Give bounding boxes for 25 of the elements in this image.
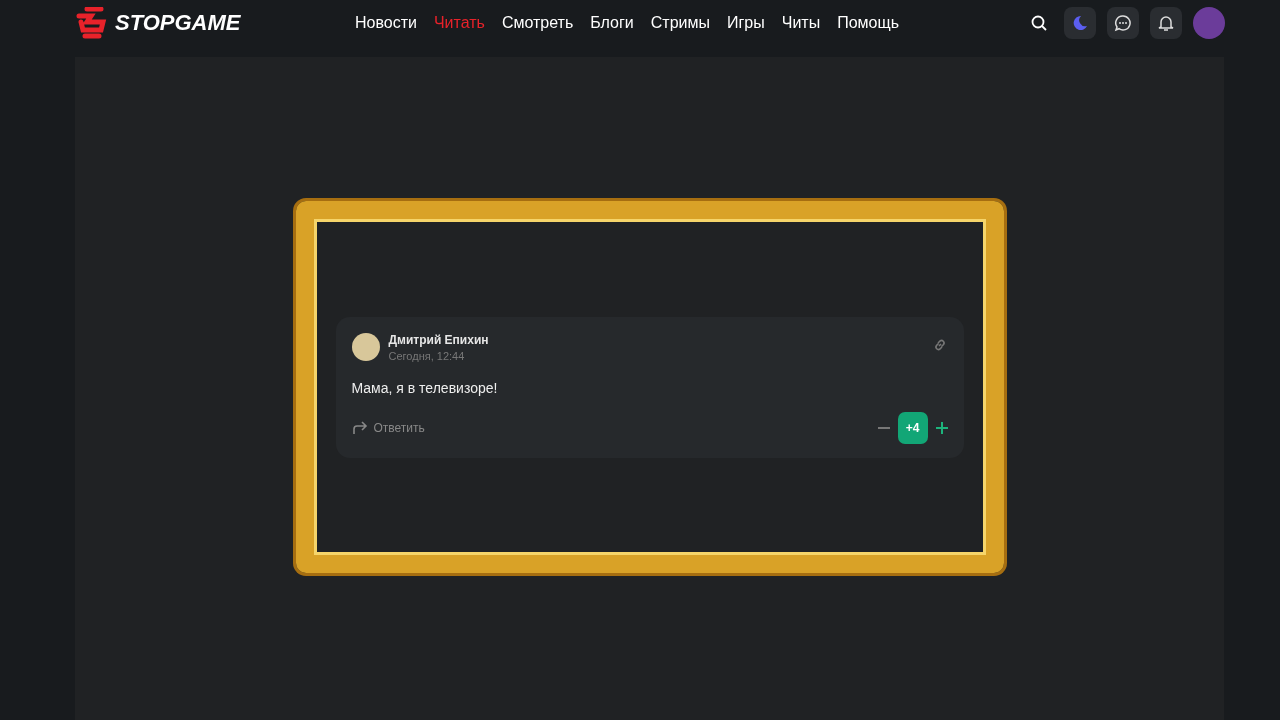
moon-icon	[1072, 15, 1088, 31]
theme-toggle-button[interactable]	[1064, 7, 1096, 39]
nav-link[interactable]: Читы	[781, 14, 821, 32]
author-name[interactable]: Дмитрий Епихин	[388, 332, 489, 347]
nav-link[interactable]: Читать	[433, 14, 485, 32]
notifications-button[interactable]	[1150, 7, 1182, 39]
reply-button[interactable]: Ответить	[351, 420, 425, 435]
comment-text: Мама, я в телевизоре!	[351, 379, 499, 396]
nav-link[interactable]: Новости	[355, 14, 417, 32]
nav-link[interactable]: Игры	[727, 14, 765, 32]
chat-button[interactable]	[1107, 7, 1139, 39]
rating-badge: +4	[897, 411, 928, 444]
author-avatar	[351, 332, 380, 361]
downvote-icon[interactable]	[877, 425, 890, 430]
upvote-icon[interactable]	[935, 421, 948, 434]
chat-icon	[1114, 14, 1132, 32]
reply-arrow-icon	[351, 420, 368, 435]
nav-link[interactable]: Смотреть	[501, 14, 574, 32]
logo-wordmark[interactable]: STOPGAME	[115, 10, 241, 36]
comment-time: Сегодня, 12:44	[388, 349, 466, 362]
nav-link[interactable]: Помощь	[837, 14, 899, 32]
nav-link[interactable]: Стримы	[650, 14, 710, 32]
nav-link[interactable]: Блоги	[590, 14, 634, 32]
bell-icon	[1158, 14, 1174, 32]
search-icon[interactable]	[1031, 15, 1047, 31]
